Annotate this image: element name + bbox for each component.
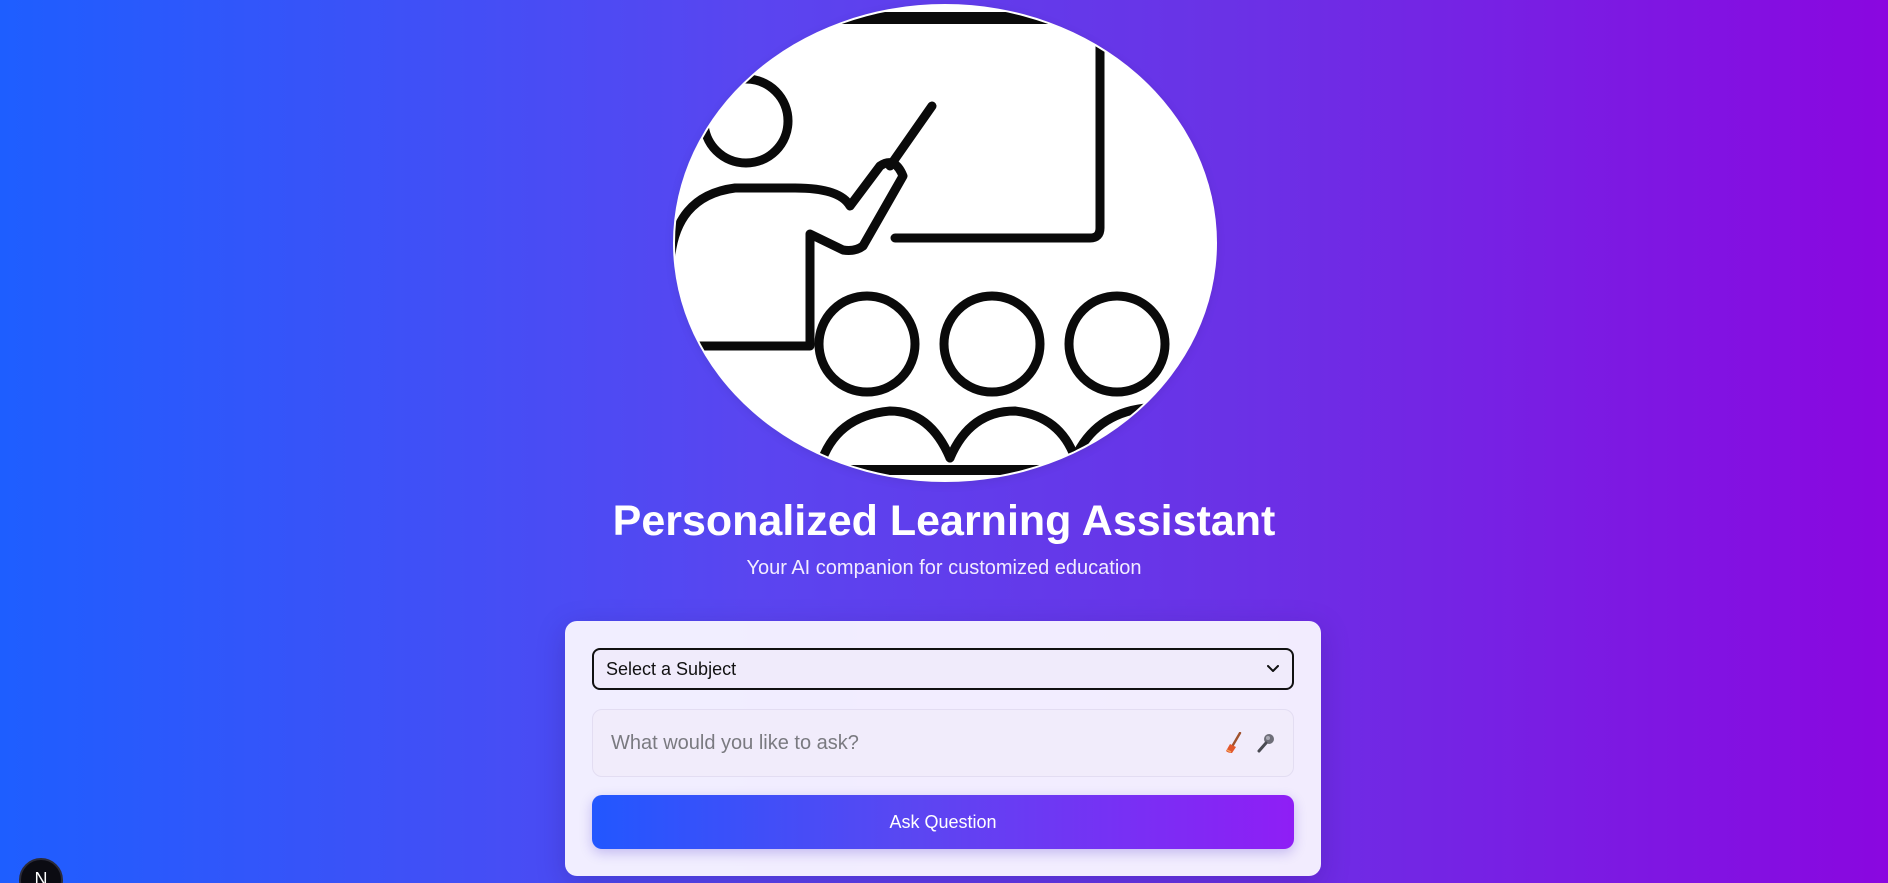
question-form-card: Select a Subject As	[565, 621, 1321, 876]
page-background: Personalized Learning Assistant Your AI …	[0, 0, 1888, 883]
broom-icon[interactable]	[1221, 730, 1247, 756]
subject-select-value: Select a Subject	[606, 658, 737, 679]
chevron-down-icon	[1266, 662, 1280, 676]
ask-question-button[interactable]: Ask Question	[592, 795, 1294, 849]
page-subtitle: Your AI companion for customized educati…	[746, 557, 1142, 579]
teacher-icon	[675, 12, 1170, 475]
teacher-illustration	[673, 4, 1217, 482]
microphone-icon[interactable]	[1253, 730, 1279, 756]
page-title: Personalized Learning Assistant	[612, 497, 1276, 545]
dev-tools-badge[interactable]: N	[19, 858, 63, 883]
subject-select[interactable]: Select a Subject	[592, 648, 1294, 690]
question-input[interactable]	[593, 710, 1193, 776]
question-field-wrapper	[592, 709, 1294, 777]
